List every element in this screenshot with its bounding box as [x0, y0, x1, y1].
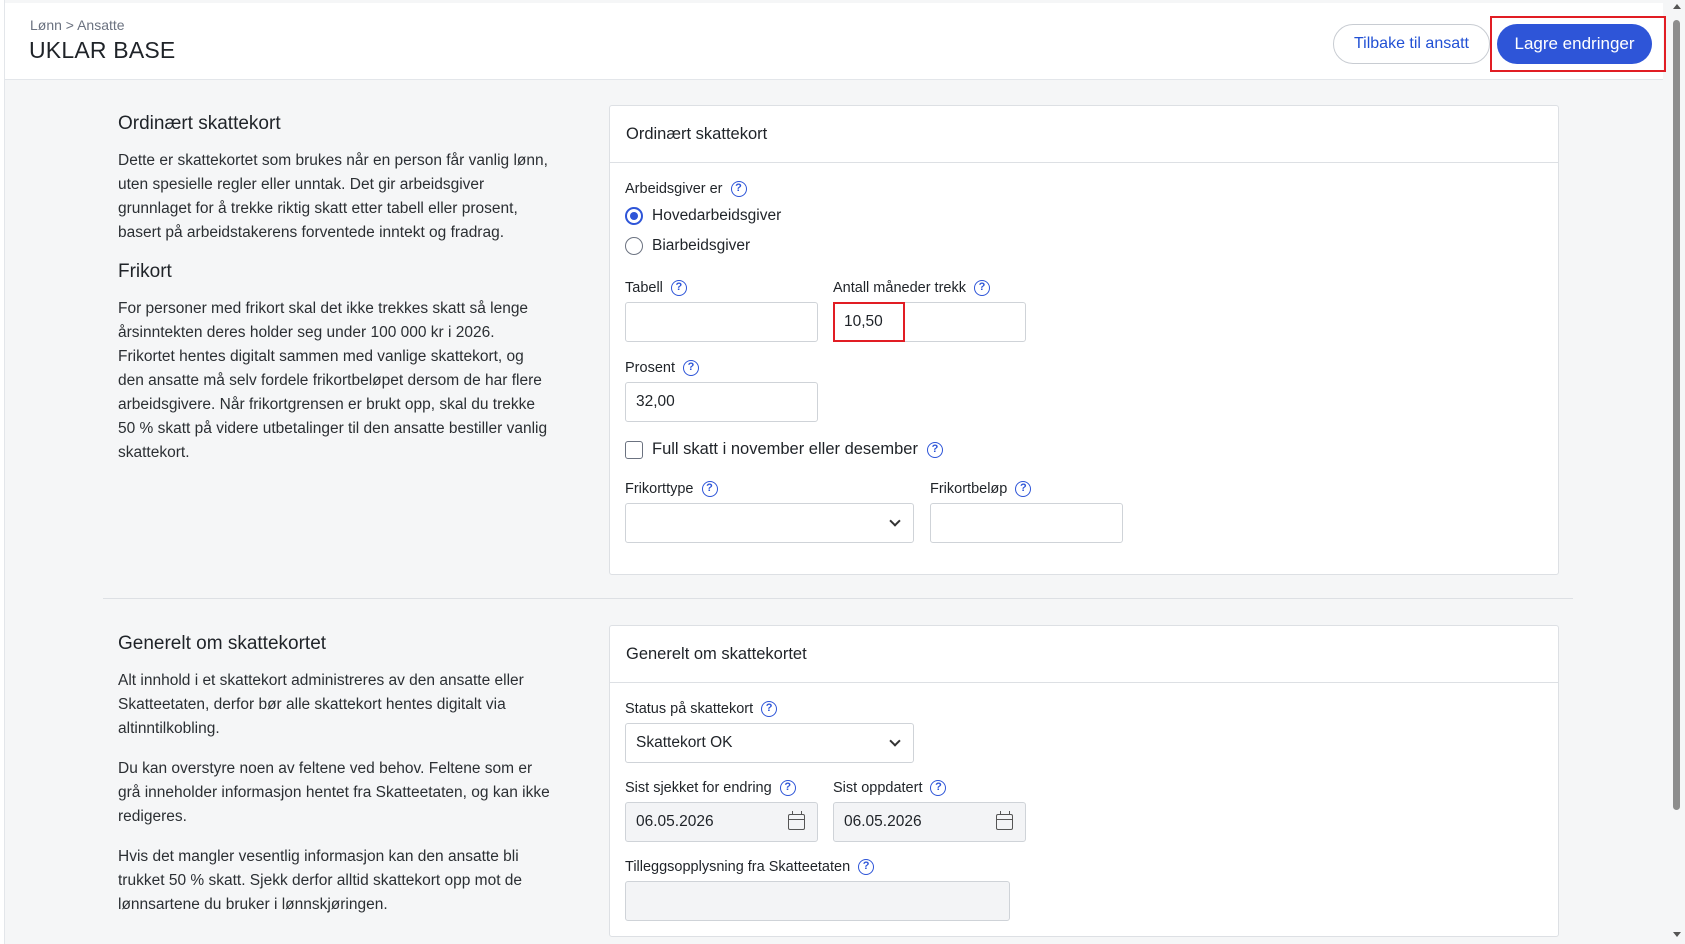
percent-input[interactable]: 32,00 [625, 382, 818, 422]
card-header: Generelt om skattekortet [610, 626, 1558, 683]
info-title-general: Generelt om skattekortet [118, 633, 327, 654]
frikort-amount-label: Frikortbeløp ? [930, 481, 1032, 497]
left-edge [0, 0, 5, 944]
section-divider [103, 598, 1573, 599]
page-title: UKLAR BASE [29, 37, 176, 63]
chevron-down-icon [889, 735, 901, 747]
breadcrumb[interactable]: Lønn > Ansatte [30, 17, 125, 33]
card-title: Ordinært skattekort [626, 125, 768, 143]
employer-label: Arbeidsgiver er ? [625, 181, 747, 197]
updated-label: Sist oppdatert ? [833, 780, 947, 796]
help-icon[interactable]: ? [926, 441, 943, 458]
radio-secondary-employer[interactable]: Biarbeidsgiver [625, 237, 750, 255]
radio-checked-icon[interactable] [625, 207, 643, 225]
help-icon[interactable]: ? [701, 481, 718, 497]
checked-date-input[interactable]: 06.05.2026 [625, 802, 818, 842]
full-tax-checkbox-row[interactable]: Full skatt i november eller desember ? [625, 440, 943, 459]
card-title: Generelt om skattekortet [626, 645, 807, 663]
calendar-icon[interactable] [996, 811, 1013, 830]
frikort-amount-input[interactable] [930, 503, 1123, 543]
help-icon[interactable]: ? [670, 280, 687, 296]
frikort-type-label: Frikorttype ? [625, 481, 718, 497]
info-title-ordinary: Ordinært skattekort [118, 113, 281, 134]
scroll-up-icon[interactable] [1673, 4, 1681, 9]
save-button-highlight: Lagre endringer [1490, 16, 1666, 72]
checked-label: Sist sjekket for endring ? [625, 780, 796, 796]
percent-label: Prosent ? [625, 360, 699, 376]
calendar-icon[interactable] [788, 811, 805, 830]
scroll-thumb[interactable] [1673, 20, 1680, 810]
chevron-down-icon [889, 515, 901, 527]
radio-unchecked-icon[interactable] [625, 237, 643, 255]
help-icon[interactable]: ? [973, 280, 990, 296]
tabell-input[interactable] [625, 302, 818, 342]
tabell-label: Tabell ? [625, 280, 687, 296]
help-icon[interactable]: ? [1015, 481, 1032, 497]
general-taxcard-card: Generelt om skattekortet Status på skatt… [609, 625, 1559, 937]
months-label: Antall måneder trekk ? [833, 280, 990, 296]
help-icon[interactable]: ? [761, 701, 778, 717]
info-text-general-2: Du kan overstyre noen av feltene ved beh… [118, 760, 550, 825]
extra-info-label: Tilleggsopplysning fra Skatteetaten ? [625, 859, 875, 875]
scroll-down-icon[interactable] [1673, 932, 1681, 937]
status-label: Status på skattekort ? [625, 701, 778, 717]
card-header: Ordinært skattekort [610, 106, 1558, 163]
help-icon[interactable]: ? [930, 780, 947, 796]
info-text-ordinary: Dette er skattekortet som brukes når en … [118, 152, 548, 241]
updated-date-input[interactable]: 06.05.2026 [833, 802, 1026, 842]
info-text-general-3: Hvis det mangler vesentlig informasjon k… [118, 848, 523, 913]
full-tax-checkbox[interactable] [625, 440, 643, 459]
help-icon[interactable]: ? [858, 859, 875, 875]
info-text-frikort: For personer med frikort skal det ikke t… [118, 300, 548, 461]
radio-main-employer[interactable]: Hovedarbeidsgiver [625, 207, 781, 225]
page-header: Lønn > Ansatte UKLAR BASE Tilbake til an… [5, 3, 1666, 80]
frikort-type-select[interactable] [625, 503, 914, 543]
extra-info-input [625, 881, 1010, 921]
months-input[interactable]: 10,50 [833, 302, 1026, 342]
back-to-employee-button[interactable]: Tilbake til ansatt [1333, 24, 1490, 64]
help-icon[interactable]: ? [779, 780, 796, 796]
vertical-scrollbar[interactable] [1669, 0, 1685, 944]
help-icon[interactable]: ? [730, 181, 747, 197]
save-changes-button[interactable]: Lagre endringer [1497, 24, 1652, 64]
info-text-general-1: Alt innhold i et skattekort administrere… [118, 672, 524, 737]
help-icon[interactable]: ? [682, 360, 699, 376]
info-title-frikort: Frikort [118, 261, 172, 282]
ordinary-taxcard-card: Ordinært skattekort Arbeidsgiver er ? Ho… [609, 105, 1559, 575]
status-select[interactable]: Skattekort OK [625, 723, 914, 763]
